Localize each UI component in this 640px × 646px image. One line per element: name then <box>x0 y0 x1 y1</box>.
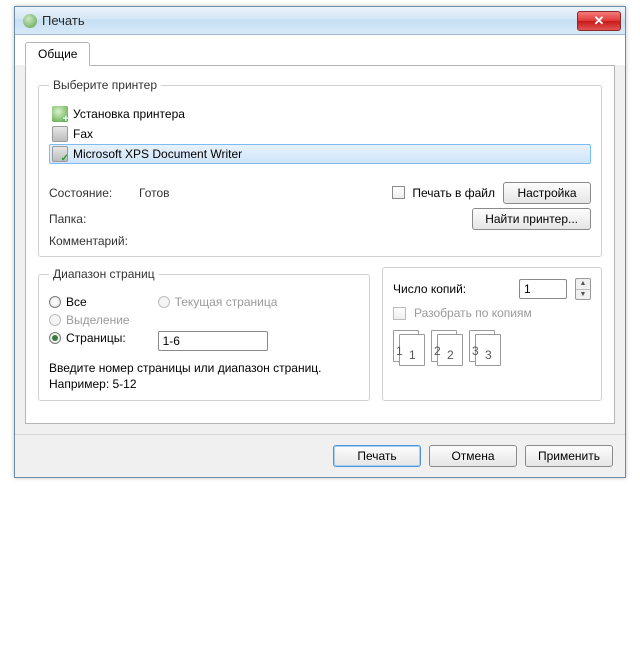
add-printer-icon <box>52 106 68 122</box>
window-title: Печать <box>42 13 577 28</box>
tab-strip: Общие <box>15 35 625 65</box>
preferences-button-label: Настройка <box>517 186 576 200</box>
close-icon: ✕ <box>594 13 605 29</box>
range-all-radio[interactable]: Все <box>49 295 130 309</box>
print-button-label: Печать <box>357 449 396 463</box>
print-to-file-label: Печать в файл <box>412 186 495 200</box>
copies-fieldset: Число копий: ▲ ▼ Разобрать по копиям 11 <box>382 267 602 401</box>
radio-icon <box>158 296 170 308</box>
printer-item-add[interactable]: Установка принтера <box>49 104 591 124</box>
apply-button[interactable]: Применить <box>525 445 613 467</box>
page-stack-icon: 22 <box>431 330 465 368</box>
tab-general[interactable]: Общие <box>25 42 90 66</box>
printer-list[interactable]: Установка принтера Fax Microsoft XPS Doc… <box>49 104 591 164</box>
copies-input[interactable] <box>519 279 567 299</box>
fax-icon <box>52 126 68 142</box>
dialog-buttons: Печать Отмена Применить <box>15 434 625 477</box>
range-pages-input-row <box>158 331 278 351</box>
print-button[interactable]: Печать <box>333 445 421 467</box>
folder-label: Папка: <box>49 212 139 226</box>
radio-icon <box>49 314 61 326</box>
collate-illustration: 11 22 33 <box>393 330 591 368</box>
page-range-input[interactable] <box>158 331 268 351</box>
tab-general-body: Выберите принтер Установка принтера Fax … <box>25 65 615 424</box>
apply-button-label: Применить <box>538 449 600 463</box>
page-stack-icon: 11 <box>393 330 427 368</box>
page-range-help: Введите номер страницы или диапазон стра… <box>49 361 359 392</box>
printer-legend: Выберите принтер <box>49 78 161 92</box>
print-dialog: Печать ✕ Общие Выберите принтер Установк… <box>14 6 626 478</box>
printer-item-label: Установка принтера <box>73 107 185 121</box>
checkbox-icon <box>392 186 405 199</box>
status-value: Готов <box>139 186 249 200</box>
collate-checkbox: Разобрать по копиям <box>393 306 591 320</box>
print-to-file-checkbox[interactable]: Печать в файл <box>392 186 495 200</box>
printer-item-xps[interactable]: Microsoft XPS Document Writer <box>49 144 591 164</box>
printer-item-fax[interactable]: Fax <box>49 124 591 144</box>
range-all-label: Все <box>66 295 87 309</box>
copies-label: Число копий: <box>393 282 466 296</box>
comment-label: Комментарий: <box>49 234 139 248</box>
page-range-fieldset: Диапазон страниц Все Выделение <box>38 267 370 401</box>
radio-icon <box>49 296 61 308</box>
range-selection-label: Выделение <box>66 313 130 327</box>
range-current-radio: Текущая страница <box>158 295 278 309</box>
page-range-legend: Диапазон страниц <box>49 267 159 281</box>
chevron-down-icon: ▼ <box>576 290 590 300</box>
printer-item-label: Microsoft XPS Document Writer <box>73 147 242 161</box>
range-selection-radio: Выделение <box>49 313 130 327</box>
chevron-up-icon: ▲ <box>576 279 590 290</box>
close-button[interactable]: ✕ <box>577 11 621 31</box>
printer-item-label: Fax <box>73 127 93 141</box>
range-current-label: Текущая страница <box>175 295 278 309</box>
app-icon <box>23 14 37 28</box>
status-label: Состояние: <box>49 186 139 200</box>
page-stack-icon: 33 <box>469 330 503 368</box>
printer-icon <box>52 146 68 162</box>
printer-fieldset: Выберите принтер Установка принтера Fax … <box>38 78 602 257</box>
range-pages-label: Страницы: <box>66 331 126 345</box>
find-printer-button[interactable]: Найти принтер... <box>472 208 591 230</box>
checkbox-icon <box>393 307 406 320</box>
titlebar: Печать ✕ <box>15 7 625 35</box>
tab-general-label: Общие <box>38 47 77 61</box>
find-printer-button-label: Найти принтер... <box>485 212 578 226</box>
range-pages-radio[interactable]: Страницы: <box>49 331 130 345</box>
cancel-button-label: Отмена <box>451 449 494 463</box>
cancel-button[interactable]: Отмена <box>429 445 517 467</box>
collate-label: Разобрать по копиям <box>414 306 532 320</box>
radio-icon <box>49 332 61 344</box>
preferences-button[interactable]: Настройка <box>503 182 591 204</box>
copies-spinner[interactable]: ▲ ▼ <box>575 278 591 300</box>
